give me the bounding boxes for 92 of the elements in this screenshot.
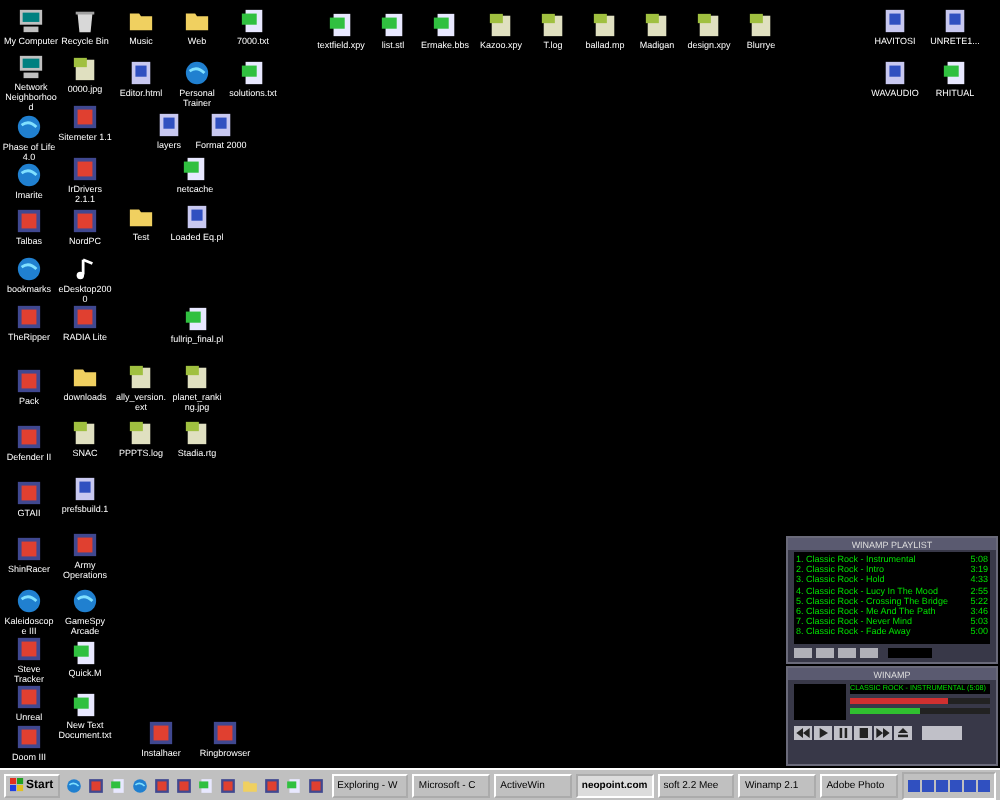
application-icon xyxy=(16,424,42,450)
folder-icon xyxy=(242,777,259,793)
pause-button[interactable] xyxy=(834,726,852,740)
document-icon xyxy=(240,60,266,86)
quick-launch-button[interactable] xyxy=(129,773,152,797)
application-icon xyxy=(264,777,281,793)
file-icon xyxy=(882,60,908,86)
application-icon xyxy=(16,636,42,662)
file-icon xyxy=(208,112,234,138)
quick-launch-button[interactable] xyxy=(63,773,86,797)
computer-icon xyxy=(18,54,44,80)
application-icon xyxy=(148,720,174,746)
file-icon xyxy=(882,8,908,34)
application-icon xyxy=(16,536,42,562)
quick-launch-button[interactable] xyxy=(151,773,174,797)
eject-button[interactable] xyxy=(894,726,912,740)
image-file-icon xyxy=(696,12,722,38)
document-icon xyxy=(432,12,458,38)
globe-icon xyxy=(16,114,42,140)
image-file-icon xyxy=(128,420,154,446)
globe-icon xyxy=(16,588,42,614)
document-icon xyxy=(328,12,354,38)
image-file-icon xyxy=(184,364,210,390)
application-icon xyxy=(16,368,42,394)
quick-launch-button[interactable] xyxy=(173,773,196,797)
mini-display xyxy=(888,648,932,658)
quick-launch-button[interactable] xyxy=(85,773,108,797)
folder-icon xyxy=(72,364,98,390)
computer-icon xyxy=(18,8,44,34)
globe-icon xyxy=(132,777,149,793)
next-button[interactable] xyxy=(874,726,892,740)
document-icon xyxy=(942,60,968,86)
trash-bin-icon xyxy=(72,8,98,34)
image-file-icon xyxy=(488,12,514,38)
quick-launch-button[interactable] xyxy=(107,773,130,797)
previous-button[interactable] xyxy=(794,726,812,740)
image-file-icon xyxy=(72,56,98,82)
document-icon xyxy=(240,8,266,34)
application-icon xyxy=(72,104,98,130)
document-icon xyxy=(182,156,208,182)
quick-launch-button[interactable] xyxy=(217,773,240,797)
play-button[interactable] xyxy=(814,726,832,740)
file-icon xyxy=(184,204,210,230)
document-icon xyxy=(72,640,98,666)
image-file-icon xyxy=(644,12,670,38)
image-file-icon xyxy=(540,12,566,38)
globe-icon xyxy=(72,588,98,614)
document-icon xyxy=(380,12,406,38)
image-file-icon xyxy=(592,12,618,38)
balance-slider[interactable] xyxy=(850,708,990,714)
quick-launch-button[interactable] xyxy=(283,773,306,797)
document-icon xyxy=(72,692,98,718)
image-file-icon xyxy=(184,420,210,446)
stop-button[interactable] xyxy=(854,726,872,740)
application-icon xyxy=(16,208,42,234)
folder-icon xyxy=(128,8,154,34)
application-icon xyxy=(308,777,325,793)
quick-launch-button[interactable] xyxy=(305,773,328,797)
application-icon xyxy=(212,720,238,746)
folder-icon xyxy=(184,8,210,34)
image-file-icon xyxy=(72,420,98,446)
visualizer-display xyxy=(794,684,846,720)
image-file-icon xyxy=(128,364,154,390)
application-icon xyxy=(72,208,98,234)
document-icon xyxy=(286,777,303,793)
file-icon xyxy=(72,476,98,502)
quick-launch-button[interactable] xyxy=(261,773,284,797)
application-icon xyxy=(220,777,237,793)
application-icon xyxy=(72,532,98,558)
globe-icon xyxy=(16,162,42,188)
volume-slider[interactable] xyxy=(850,698,990,704)
folder-icon xyxy=(128,204,154,230)
application-icon xyxy=(16,480,42,506)
file-icon xyxy=(942,8,968,34)
application-icon xyxy=(16,724,42,750)
application-icon xyxy=(16,684,42,710)
file-icon xyxy=(128,60,154,86)
document-icon xyxy=(198,777,215,793)
document-icon xyxy=(110,777,127,793)
quick-launch-button[interactable] xyxy=(195,773,218,797)
image-file-icon xyxy=(748,12,774,38)
windows-logo-icon xyxy=(10,778,24,792)
file-icon xyxy=(156,112,182,138)
globe-icon xyxy=(16,256,42,282)
application-icon xyxy=(72,304,98,330)
application-icon xyxy=(72,156,98,182)
document-icon xyxy=(184,306,210,332)
application-icon xyxy=(16,304,42,330)
application-icon xyxy=(88,777,105,793)
globe-icon xyxy=(66,777,83,793)
globe-icon xyxy=(184,60,210,86)
music-note-icon xyxy=(72,256,98,282)
